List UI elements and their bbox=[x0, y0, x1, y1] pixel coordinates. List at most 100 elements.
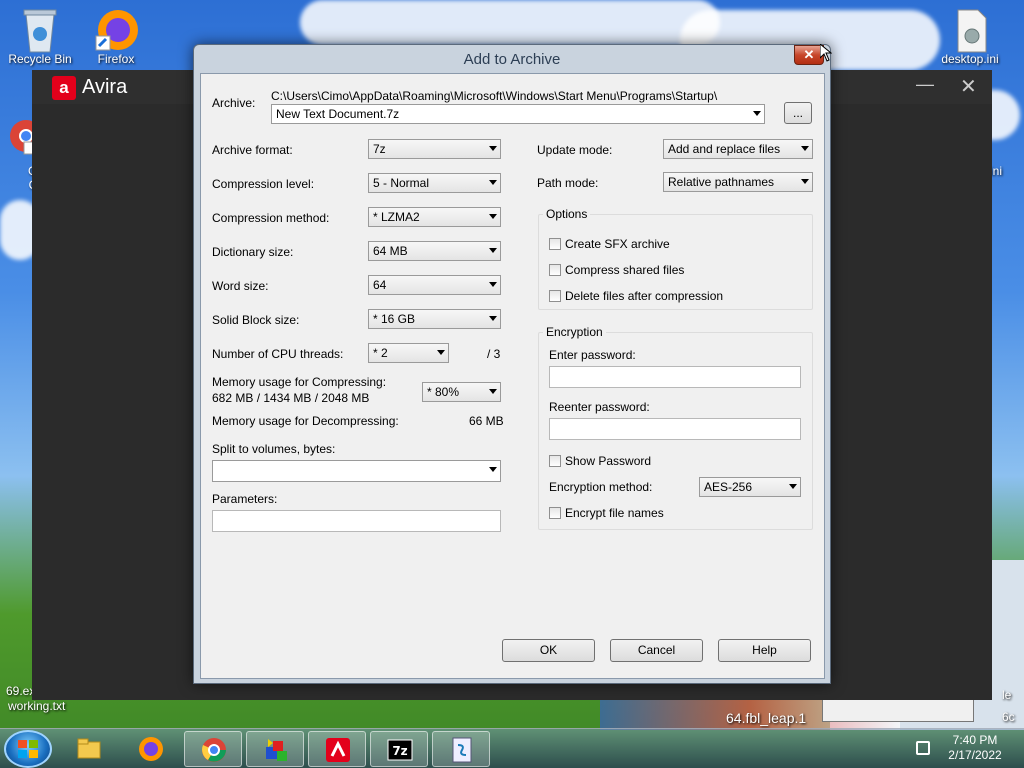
avira-title: Avira bbox=[82, 76, 128, 98]
dictionary-size-label: Dictionary size: bbox=[212, 245, 294, 259]
word-size-select[interactable]: 64 bbox=[368, 275, 501, 295]
clock[interactable]: 7:40 PM 2/17/2022 bbox=[940, 733, 1010, 763]
encryption-title: Encryption bbox=[543, 325, 606, 339]
avira-icon bbox=[326, 738, 350, 762]
ok-button[interactable]: OK bbox=[502, 639, 595, 662]
dictionary-size-select[interactable]: 64 MB bbox=[368, 241, 501, 261]
clock-date: 2/17/2022 bbox=[948, 748, 1002, 762]
7zip-icon: 7z bbox=[387, 739, 413, 761]
folder-icon bbox=[77, 738, 101, 759]
firefox-icon bbox=[139, 737, 163, 761]
checkbox-icon bbox=[549, 238, 561, 250]
update-mode-label: Update mode: bbox=[537, 143, 613, 157]
chevron-down-icon bbox=[789, 484, 797, 489]
word-size-value: 64 bbox=[373, 278, 387, 292]
taskbar-chrome[interactable] bbox=[184, 731, 242, 767]
archive-format-select[interactable]: 7z bbox=[368, 139, 501, 159]
chevron-down-icon bbox=[753, 111, 761, 116]
clock-time: 7:40 PM bbox=[952, 733, 998, 747]
chevron-down-icon bbox=[437, 350, 445, 355]
taskbar-avira[interactable] bbox=[308, 731, 366, 767]
cancel-button[interactable]: Cancel bbox=[610, 639, 703, 662]
chevron-down-icon bbox=[489, 389, 497, 394]
cpu-threads-value: * 2 bbox=[373, 346, 388, 360]
memory-decompress-label: Memory usage for Decompressing: bbox=[212, 414, 399, 428]
create-sfx-checkbox[interactable]: Create SFX archive bbox=[549, 237, 670, 251]
archive-label: Archive: bbox=[212, 96, 256, 110]
compression-level-select[interactable]: 5 - Normal bbox=[368, 173, 501, 193]
taskbar: 7z 7:40 PM 2/17/2022 bbox=[0, 728, 1024, 768]
mouse-cursor-icon bbox=[819, 42, 833, 65]
working-label: working.txt bbox=[8, 699, 66, 713]
network-icon[interactable] bbox=[916, 741, 930, 755]
checkbox-icon bbox=[549, 455, 561, 467]
parameters-input[interactable] bbox=[212, 510, 501, 532]
memory-usage-select[interactable]: * 80% bbox=[422, 382, 501, 402]
taskbar-firefox[interactable] bbox=[122, 731, 180, 767]
split-volumes-label: Split to volumes, bytes: bbox=[212, 442, 336, 456]
chevron-down-icon bbox=[489, 316, 497, 321]
windows-logo-icon bbox=[18, 740, 38, 758]
dialog-title: Add to Archive bbox=[463, 51, 561, 68]
checkbox-icon bbox=[549, 264, 561, 276]
right-label-1: le bbox=[1002, 688, 1012, 702]
archive-name-value: New Text Document.7z bbox=[276, 107, 400, 121]
checkbox-icon bbox=[549, 290, 561, 302]
password-input[interactable] bbox=[549, 366, 801, 388]
memory-compress-detail: 682 MB / 1434 MB / 2048 MB bbox=[212, 391, 370, 405]
recycle-bin-icon bbox=[18, 6, 62, 53]
solid-block-size-select[interactable]: * 16 GB bbox=[368, 309, 501, 329]
update-mode-select[interactable]: Add and replace files bbox=[663, 139, 813, 159]
help-button[interactable]: Help bbox=[718, 639, 811, 662]
compression-level-value: 5 - Normal bbox=[373, 176, 430, 190]
firefox-icon bbox=[94, 6, 138, 51]
chevron-down-icon bbox=[489, 180, 497, 185]
app-icon bbox=[266, 739, 287, 761]
encryption-method-label: Encryption method: bbox=[549, 480, 653, 494]
encryption-method-value: AES-256 bbox=[704, 480, 753, 494]
compression-method-select[interactable]: * LZMA2 bbox=[368, 207, 501, 227]
minimize-button[interactable]: — bbox=[916, 74, 934, 95]
chevron-down-icon bbox=[489, 248, 497, 253]
close-button[interactable]: ✕ bbox=[960, 74, 977, 99]
bg-file-label: 64.fbl_leap.1 bbox=[726, 710, 807, 726]
chevron-down-icon bbox=[489, 282, 497, 287]
cloud bbox=[300, 0, 720, 45]
create-sfx-label: Create SFX archive bbox=[565, 237, 670, 251]
compression-method-label: Compression method: bbox=[212, 211, 330, 225]
dictionary-size-value: 64 MB bbox=[373, 244, 408, 258]
right-label-2: 6c bbox=[1002, 710, 1015, 724]
firefox-shortcut[interactable]: Firefox bbox=[80, 6, 152, 66]
path-mode-select[interactable]: Relative pathnames bbox=[663, 172, 813, 192]
archive-format-label: Archive format: bbox=[212, 143, 293, 157]
options-title: Options bbox=[543, 207, 591, 221]
split-volumes-combo[interactable] bbox=[212, 460, 501, 482]
chevron-down-icon bbox=[801, 179, 809, 184]
show-password-checkbox[interactable]: Show Password bbox=[549, 454, 651, 468]
start-button[interactable] bbox=[4, 730, 52, 768]
compression-level-label: Compression level: bbox=[212, 177, 315, 191]
reenter-password-input[interactable] bbox=[549, 418, 801, 440]
checkbox-icon bbox=[549, 507, 561, 519]
chevron-down-icon bbox=[489, 214, 497, 219]
memory-compress-label: Memory usage for Compressing: bbox=[212, 375, 387, 389]
desktop-ini-shortcut[interactable]: desktop.ini bbox=[934, 6, 1006, 66]
encrypt-names-checkbox[interactable]: Encrypt file names bbox=[549, 506, 664, 520]
browse-button[interactable]: ... bbox=[784, 102, 812, 124]
taskbar-app[interactable] bbox=[246, 731, 304, 767]
avira-logo: a bbox=[52, 76, 76, 100]
recycle-bin-shortcut[interactable]: Recycle Bin bbox=[4, 6, 76, 66]
word-size-label: Word size: bbox=[212, 279, 269, 293]
taskbar-explorer[interactable] bbox=[60, 731, 118, 767]
cpu-threads-select[interactable]: * 2 bbox=[368, 343, 449, 363]
chevron-down-icon bbox=[801, 146, 809, 151]
encryption-method-select[interactable]: AES-256 bbox=[699, 477, 801, 497]
options-group: Options Create SFX archive Compress shar… bbox=[538, 207, 813, 310]
solid-block-size-label: Solid Block size: bbox=[212, 313, 300, 327]
compress-shared-checkbox[interactable]: Compress shared files bbox=[549, 263, 684, 277]
delete-after-checkbox[interactable]: Delete files after compression bbox=[549, 289, 723, 303]
archive-name-combo[interactable]: New Text Document.7z bbox=[271, 104, 765, 124]
show-password-label: Show Password bbox=[565, 454, 652, 468]
taskbar-script[interactable] bbox=[432, 731, 490, 767]
taskbar-7zip[interactable]: 7z bbox=[370, 731, 428, 767]
